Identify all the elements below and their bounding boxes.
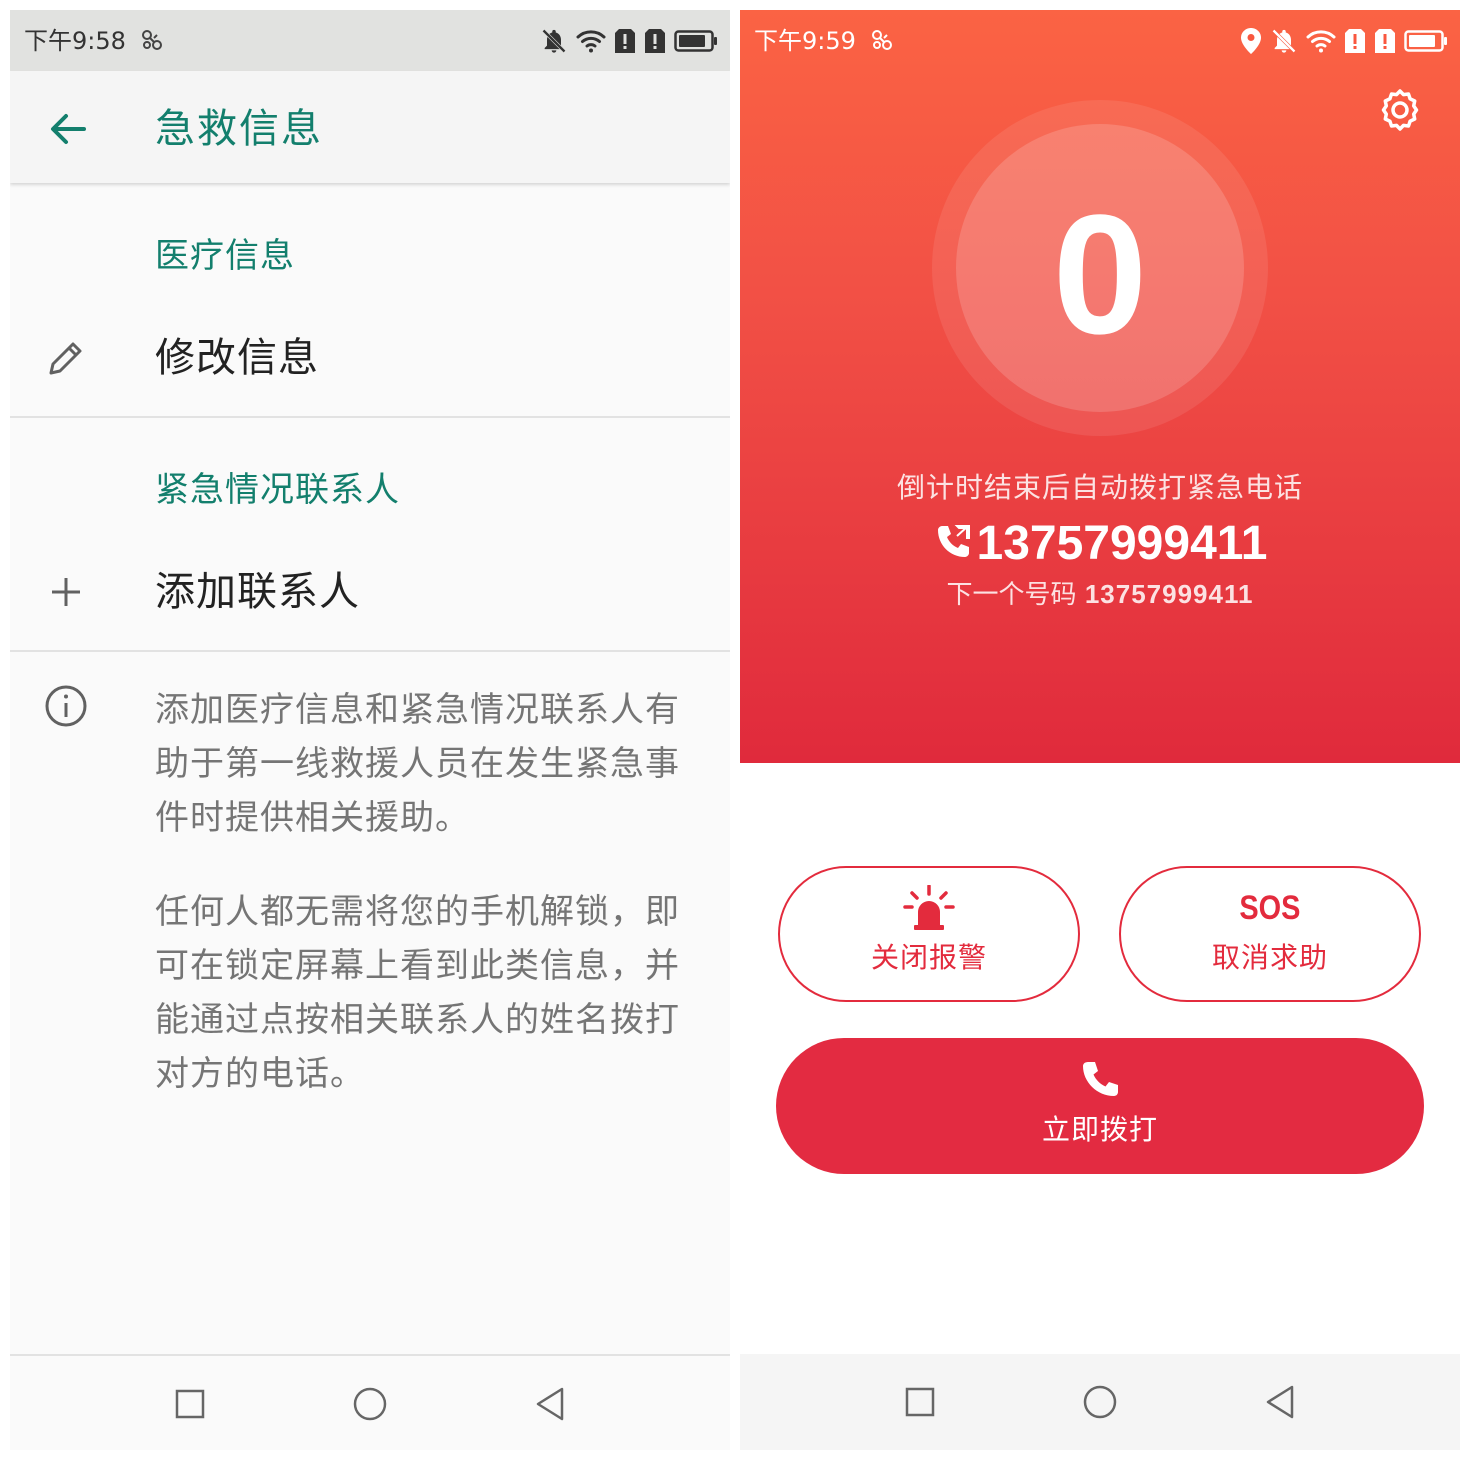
emergency-number: 13757999411 [740, 514, 1460, 574]
screenshot-icon [140, 28, 164, 56]
status-time: 下午9:58 [24, 27, 126, 55]
next-number-line: 下一个号码 13757999411 [740, 576, 1460, 613]
wifi-icon [1306, 28, 1336, 54]
divider [10, 650, 730, 652]
alarm-off-button[interactable]: 关闭报警 [778, 866, 1080, 1002]
navigation-bar [10, 1354, 730, 1450]
wifi-icon [576, 28, 606, 54]
location-icon [1240, 27, 1262, 55]
app-bar: 急救信息 [10, 71, 730, 183]
phone-outgoing-icon [933, 522, 973, 566]
screenshot-icon [870, 28, 894, 56]
status-icons [1240, 26, 1448, 56]
call-now-label: 立即拨打 [1041, 1113, 1158, 1146]
info-icon [44, 684, 88, 732]
sos-icon: SOS [1121, 882, 1419, 934]
add-contact-label: 添加联系人 [155, 569, 360, 615]
medical-info-header: 医疗信息 [155, 236, 295, 276]
info-paragraph-2: 任何人都无需将您的手机解锁，即可在锁定屏幕上看到此类信息，并能通过点按相关联系人… [155, 892, 680, 1094]
pencil-icon [43, 335, 89, 381]
battery-icon [674, 30, 718, 52]
status-bar: 下午9:59 [740, 10, 1460, 71]
divider [10, 416, 730, 418]
countdown-value: 0 [1052, 180, 1148, 370]
emergency-contacts-header: 紧急情况联系人 [155, 470, 400, 510]
info-paragraph-1: 添加医疗信息和紧急情况联系人有助于第一线救援人员在发生紧急事件时提供相关援助。 [155, 690, 680, 838]
phone-icon [776, 1056, 1424, 1102]
next-number-label: 下一个号码 [946, 580, 1077, 610]
sim-alert-icon [644, 28, 666, 54]
add-contact-row[interactable]: 添加联系人 [10, 546, 730, 636]
sos-icon-text: SOS [1239, 888, 1301, 927]
recent-apps-icon[interactable] [172, 1386, 208, 1422]
next-number-value: 13757999411 [1084, 579, 1254, 609]
home-icon[interactable] [1082, 1384, 1118, 1420]
countdown-panel: 下午9:59 0 倒计时结束后自动拨打紧急电话 13757999411 下一个号… [740, 10, 1460, 763]
sos-countdown-screen: 下午9:59 0 倒计时结束后自动拨打紧急电话 13757999411 下一个号… [740, 10, 1460, 1450]
status-icons [540, 26, 718, 56]
sim-alert-icon [1374, 28, 1396, 54]
recent-apps-icon[interactable] [902, 1384, 938, 1420]
plus-icon [43, 569, 89, 615]
bell-off-icon [540, 27, 568, 55]
edit-info-label: 修改信息 [155, 335, 319, 381]
battery-icon [1404, 30, 1448, 52]
bell-off-icon [1270, 27, 1298, 55]
status-time: 下午9:59 [754, 27, 856, 55]
call-now-button[interactable]: 立即拨打 [776, 1038, 1424, 1174]
countdown-hint: 倒计时结束后自动拨打紧急电话 [896, 471, 1303, 504]
home-icon[interactable] [352, 1386, 388, 1422]
back-icon[interactable] [1262, 1384, 1298, 1420]
gear-icon[interactable] [1378, 88, 1422, 136]
back-arrow-icon[interactable] [46, 107, 90, 151]
status-bar: 下午9:58 [10, 10, 730, 71]
sim-alert-icon [1344, 28, 1366, 54]
cancel-help-label: 取消求助 [1211, 941, 1328, 974]
navigation-bar [740, 1354, 1460, 1450]
back-icon[interactable] [532, 1386, 568, 1422]
cancel-help-button[interactable]: SOS 取消求助 [1119, 866, 1421, 1002]
phone-number: 13757999411 [976, 517, 1268, 570]
alarm-off-label: 关闭报警 [870, 941, 987, 974]
edit-info-row[interactable]: 修改信息 [10, 312, 730, 402]
page-title: 急救信息 [155, 106, 323, 152]
emergency-info-screen: 下午9:58 急救信息 医疗信息 修改信息 紧急情况联系人 添加联系人 添加医疗… [10, 10, 730, 1450]
siren-icon [780, 882, 1078, 934]
sim-alert-icon [614, 28, 636, 54]
